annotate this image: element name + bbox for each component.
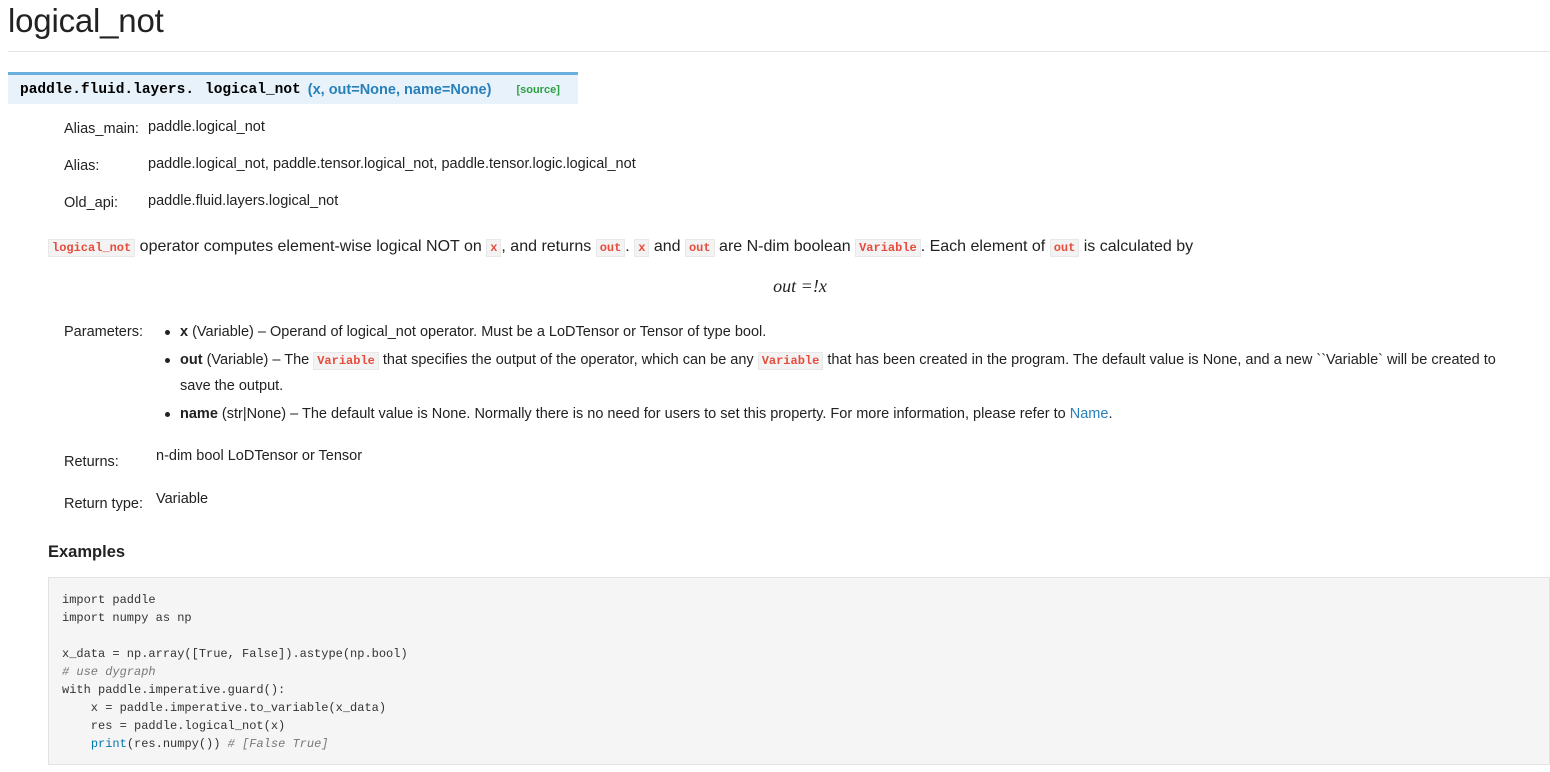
signature-params: (x, out=None, name=None) — [307, 81, 492, 98]
code-line: import paddle — [62, 593, 156, 607]
description-text: is calculated by — [1079, 238, 1194, 255]
code-line: x = paddle.imperative.to_variable(x_data… — [62, 701, 387, 715]
name-link[interactable]: Name — [1070, 406, 1109, 422]
code-line: with paddle.imperative.guard(): — [62, 683, 286, 697]
code-comment: # [False True] — [227, 737, 329, 751]
code-line: x_data = np.array([True, False]).astype(… — [62, 647, 408, 661]
param-desc: (Variable) – The — [202, 352, 314, 368]
return-type-value: Variable — [156, 491, 209, 507]
description-paragraph: logical_not operator computes element-wi… — [48, 236, 1538, 259]
alias-value: paddle.logical_not, paddle.tensor.logica… — [148, 156, 636, 172]
signature-function-name: logical_not — [205, 81, 301, 98]
description-text: and — [649, 238, 685, 255]
param-item-name: name (str|None) – The default value is N… — [165, 402, 1530, 427]
inline-code: out — [684, 239, 715, 257]
inline-code: x — [486, 239, 502, 257]
parameters-label: Parameters: — [64, 324, 143, 340]
returns-label: Returns: — [64, 454, 119, 470]
inline-code: Variable — [757, 352, 824, 370]
description-text: operator computes element-wise logical N… — [135, 238, 487, 255]
description-text: , and returns — [501, 238, 596, 255]
code-line: res = paddle.logical_not(x) — [62, 719, 286, 733]
inline-code: x — [634, 239, 650, 257]
inline-code: logical_not — [48, 239, 136, 257]
old-api-label: Old_api: — [64, 195, 119, 211]
code-content: import paddle import numpy as np x_data … — [62, 591, 1549, 753]
math-formula: out =!x — [773, 276, 827, 296]
title-divider — [8, 51, 1550, 52]
function-signature: paddle.fluid.layers. logical_not (x, out… — [8, 72, 578, 104]
alias-main-value: paddle.logical_not — [148, 119, 265, 135]
alias-label: Alias: — [64, 158, 100, 174]
inline-code: out — [1049, 239, 1080, 257]
inline-code: Variable — [855, 239, 921, 257]
code-builtin: print — [90, 737, 127, 751]
code-example[interactable]: import paddle import numpy as np x_data … — [48, 577, 1550, 765]
old-api-value: paddle.fluid.layers.logical_not — [148, 193, 339, 209]
return-type-label: Return type: — [64, 496, 143, 512]
param-desc: (str|None) – The default value is None. … — [217, 406, 1070, 422]
inline-code: out — [595, 239, 626, 257]
inline-code: Variable — [313, 352, 379, 370]
param-desc: (Variable) – Operand of logical_not oper… — [188, 324, 767, 340]
param-desc: . — [1108, 406, 1113, 422]
code-line: import numpy as np — [62, 611, 192, 625]
param-name: x — [180, 324, 189, 340]
description-text: . Each element of — [920, 238, 1050, 255]
description-text: are N-dim boolean — [714, 238, 856, 255]
param-name: out — [180, 352, 203, 368]
param-item-x: x (Variable) – Operand of logical_not op… — [165, 320, 1530, 345]
param-desc: that specifies the output of the operato… — [378, 352, 758, 368]
parameters-list: x (Variable) – Operand of logical_not op… — [165, 320, 1530, 430]
param-name: name — [180, 406, 218, 422]
param-item-out: out (Variable) – The Variable that speci… — [165, 348, 1530, 399]
description-text: . — [625, 238, 635, 255]
code-line: (res.numpy()) — [126, 737, 228, 751]
returns-value: n-dim bool LoDTensor or Tensor — [156, 448, 363, 464]
code-comment: # use dygraph — [62, 665, 156, 679]
source-link[interactable]: [source] — [516, 84, 559, 96]
doc-page: logical_not paddle.fluid.layers. logical… — [0, 0, 1550, 772]
page-title: logical_not — [8, 2, 164, 39]
examples-heading: Examples — [48, 543, 126, 561]
signature-module: paddle.fluid.layers. — [20, 81, 195, 98]
alias-main-label: Alias_main: — [64, 121, 139, 137]
